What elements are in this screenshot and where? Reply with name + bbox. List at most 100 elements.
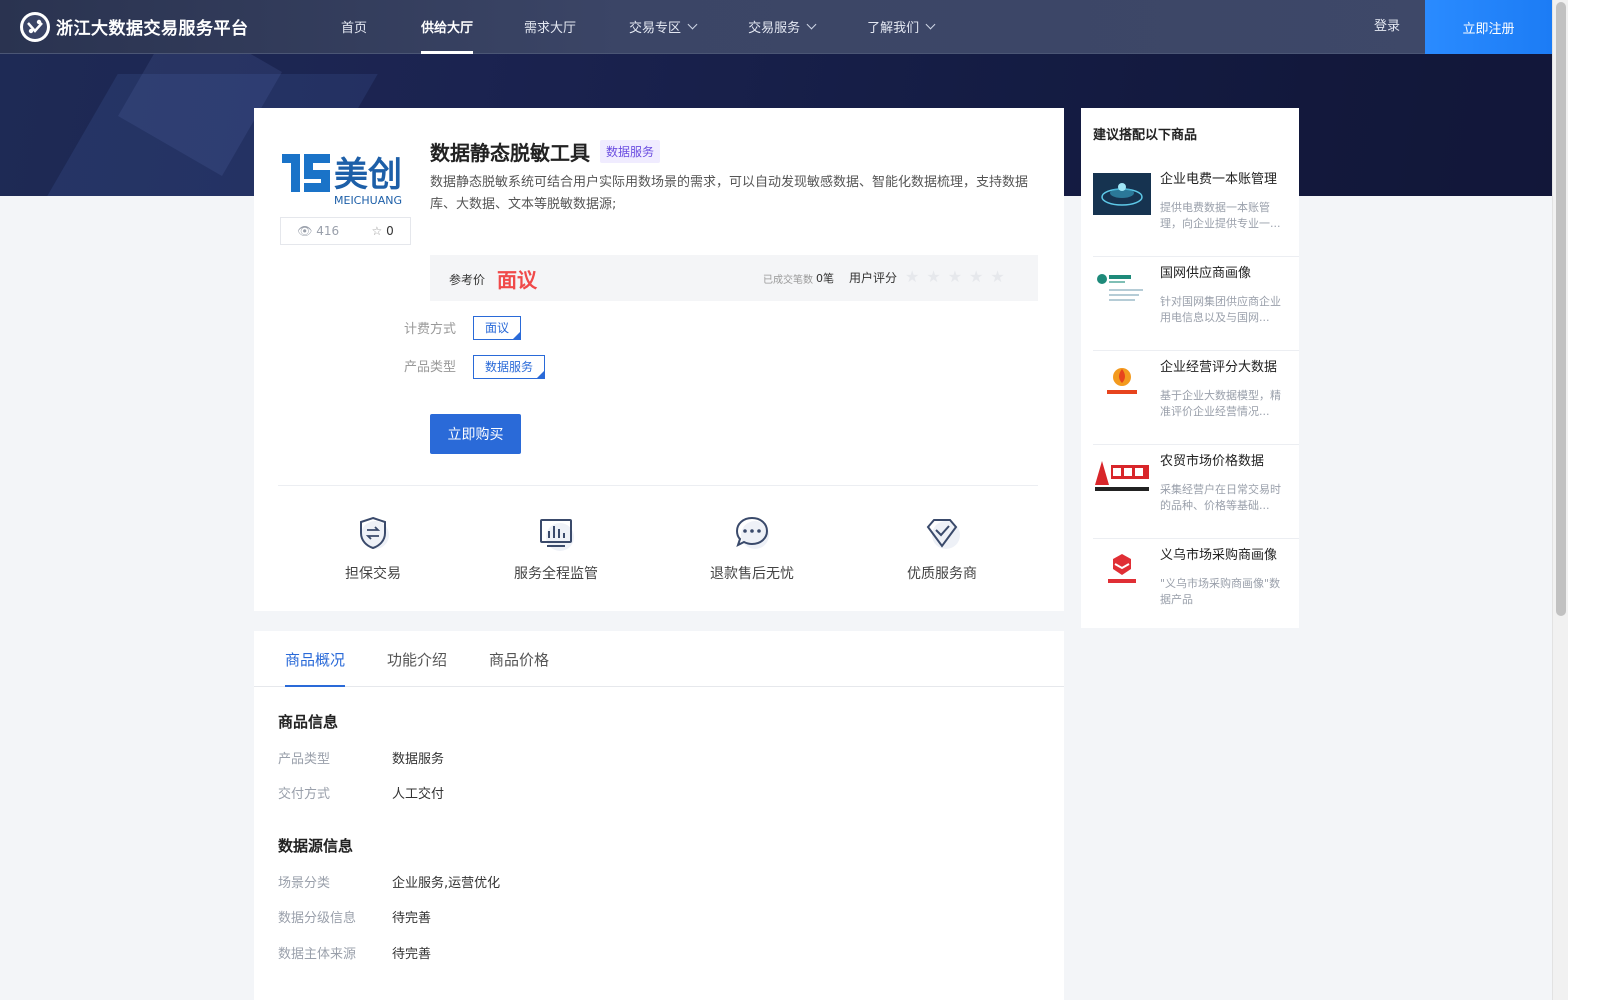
page-margin	[1568, 0, 1600, 1000]
star-icon: ★	[905, 267, 920, 286]
nav-item-about-us[interactable]: 了解我们	[867, 0, 936, 54]
feature-full-supervision: 服务全程监管	[508, 513, 604, 583]
product-thumbnail	[1093, 173, 1151, 215]
info-key: 交付方式	[278, 787, 331, 802]
views-count: 👁 416	[297, 224, 340, 238]
recommendation-item-desc: 采集经营户在日常交易时的品种、价格等基础...	[1160, 483, 1281, 512]
nav-item-supply-hall[interactable]: 供给大厅	[421, 0, 474, 54]
recommendation-item-desc: 针对国网集团供应商企业用电信息以及与国网...	[1160, 295, 1281, 324]
nav-label: 供给大厅	[421, 21, 474, 36]
star-icon: ★	[947, 267, 963, 286]
recommendation-item-title: 义乌市场采购商画像	[1160, 548, 1278, 563]
scrollbar-thumb[interactable]	[1556, 2, 1566, 616]
feature-refund-worry-free: 退款售后无忧	[704, 513, 800, 583]
recommendation-item[interactable]: 农贸市场价格数据 采集经营户在日常交易时的品种、价格等基础...	[1093, 445, 1299, 539]
billing-method-option[interactable]: 面议	[473, 316, 522, 340]
recommendation-item[interactable]: 企业电费一本账管理 提供电费数据一本账管理，向企业提供专业一...	[1093, 163, 1299, 257]
nav-label: 交易专区	[629, 21, 682, 36]
star-icon: ★	[990, 267, 1005, 286]
product-description: 数据静态脱敏系统可结合用户实际用数场景的需求，可以自动发现敏感数据、智能化数据梳…	[430, 175, 1029, 212]
deal-count-value: 0笔	[816, 272, 834, 285]
rating-stars: ★ ★ ★ ★ ★	[905, 267, 1012, 286]
buy-now-button[interactable]: 立即购买	[430, 414, 521, 454]
product-type-option[interactable]: 数据服务	[473, 355, 546, 379]
info-key: 场景分类	[278, 876, 331, 891]
info-key: 数据主体来源	[278, 947, 357, 962]
nav-label: 了解我们	[867, 21, 920, 36]
nav-label: 交易服务	[748, 21, 801, 36]
page-scrollbar[interactable]	[1552, 0, 1568, 1000]
price-value: 面议	[497, 268, 537, 292]
detail-tabs: 商品概况 功能介绍 商品价格	[254, 631, 1064, 687]
brand-logo: 美创 MEICHUANG	[280, 152, 402, 206]
top-navigation-bar: 浙江大数据交易服务平台 首页 供给大厅 需求大厅 交易专区 交易服务 了解我们 …	[0, 0, 1552, 54]
chevron-down-icon	[806, 19, 817, 30]
feature-guaranteed-trade: 担保交易	[338, 513, 408, 583]
nav-label: 需求大厅	[524, 21, 577, 36]
nav-item-trade-service[interactable]: 交易服务	[748, 0, 817, 54]
nav-label: 首页	[341, 21, 368, 36]
price-label: 参考价	[449, 273, 486, 287]
diamond-check-icon	[926, 519, 960, 549]
tab-pricing[interactable]: 商品价格	[489, 649, 549, 670]
recommendation-item-title: 企业经营评分大数据	[1160, 360, 1278, 375]
deal-count-label: 已成交笔数	[763, 275, 813, 286]
info-value: 待完善	[392, 911, 432, 926]
product-card: 美创 MEICHUANG 👁 416 ☆ 0 数据静态脱敏工具 数据服务 数据静…	[254, 108, 1064, 611]
recommendation-item[interactable]: 国网供应商画像 针对国网集团供应商企业用电信息以及与国网...	[1093, 257, 1299, 351]
logo-icon	[20, 11, 50, 42]
product-details-panel: 商品概况 功能介绍 商品价格 商品信息 产品类型 数据服务 交付方式 人工交付 …	[254, 631, 1064, 1000]
recommendation-panel: 建议搭配以下商品 企业电费一本账管理 提供电费数据一本账管理，向企业提供专业一.…	[1081, 108, 1299, 628]
recommendation-item[interactable]: 义乌市场采购商画像 "义乌市场采购商画像"数据产品	[1093, 539, 1299, 633]
star-outline-icon: ☆	[371, 224, 383, 238]
favorite-count[interactable]: ☆ 0	[372, 224, 394, 238]
section-title-data-source: 数据源信息	[278, 837, 354, 855]
feature-label: 退款售后无忧	[710, 566, 794, 582]
login-link[interactable]: 登录	[1374, 0, 1400, 54]
tab-features[interactable]: 功能介绍	[387, 649, 447, 670]
recommendation-item-desc: 基于企业大数据模型，精准评价企业经营情况...	[1160, 389, 1281, 418]
feature-label: 优质服务商	[907, 566, 977, 582]
nav-item-demand-hall[interactable]: 需求大厅	[524, 0, 576, 54]
shield-exchange-icon	[360, 516, 389, 550]
svg-text:MEICHUANG: MEICHUANG	[334, 194, 402, 206]
product-category-tag: 数据服务	[600, 140, 661, 163]
product-stats: 👁 416 ☆ 0	[280, 217, 411, 245]
monitor-chart-icon	[540, 519, 574, 551]
product-thumbnail	[1093, 361, 1151, 403]
feature-label: 担保交易	[345, 566, 401, 582]
svg-text:美创: 美创	[334, 155, 402, 195]
product-thumbnail	[1093, 455, 1151, 497]
site-logo[interactable]: 浙江大数据交易服务平台	[20, 11, 320, 42]
recommendation-item-title: 农贸市场价格数据	[1160, 454, 1265, 469]
nav-item-home[interactable]: 首页	[341, 0, 367, 54]
info-key: 数据分级信息	[278, 911, 357, 926]
recommendation-item-desc: "义乌市场采购商画像"数据产品	[1160, 577, 1281, 606]
chevron-down-icon	[687, 19, 698, 30]
nav-item-trade-zone[interactable]: 交易专区	[629, 0, 698, 54]
logo-text: 浙江大数据交易服务平台	[56, 19, 249, 39]
feature-label: 服务全程监管	[514, 566, 598, 582]
product-thumbnail	[1093, 267, 1151, 309]
recommendation-title: 建议搭配以下商品	[1093, 128, 1198, 143]
chat-bubble-icon	[735, 516, 769, 549]
star-icon: ★	[926, 267, 941, 286]
recommendation-item[interactable]: 企业经营评分大数据 基于企业大数据模型，精准评价企业经营情况...	[1093, 351, 1299, 445]
product-title: 数据静态脱敏工具	[430, 141, 590, 165]
eye-icon: 👁	[297, 224, 313, 238]
banner-decoration	[1300, 54, 1552, 196]
rating-label: 用户评分	[849, 271, 898, 285]
product-type-label: 产品类型	[404, 360, 457, 375]
recommendation-item-title: 企业电费一本账管理	[1160, 172, 1278, 187]
chevron-down-icon	[925, 19, 936, 30]
feature-quality-provider: 优质服务商	[904, 513, 980, 583]
divider	[278, 485, 1038, 486]
recommendation-item-title: 国网供应商画像	[1160, 266, 1252, 281]
tab-overview[interactable]: 商品概况	[285, 649, 346, 687]
product-title-row: 数据静态脱敏工具 数据服务	[430, 137, 661, 166]
register-button[interactable]: 立即注册	[1425, 0, 1552, 54]
main-nav: 首页 供给大厅 需求大厅 交易专区 交易服务 了解我们	[321, 0, 936, 54]
info-value: 人工交付	[392, 787, 445, 802]
section-title-product-info: 商品信息	[278, 713, 339, 731]
billing-method-label: 计费方式	[404, 322, 457, 337]
